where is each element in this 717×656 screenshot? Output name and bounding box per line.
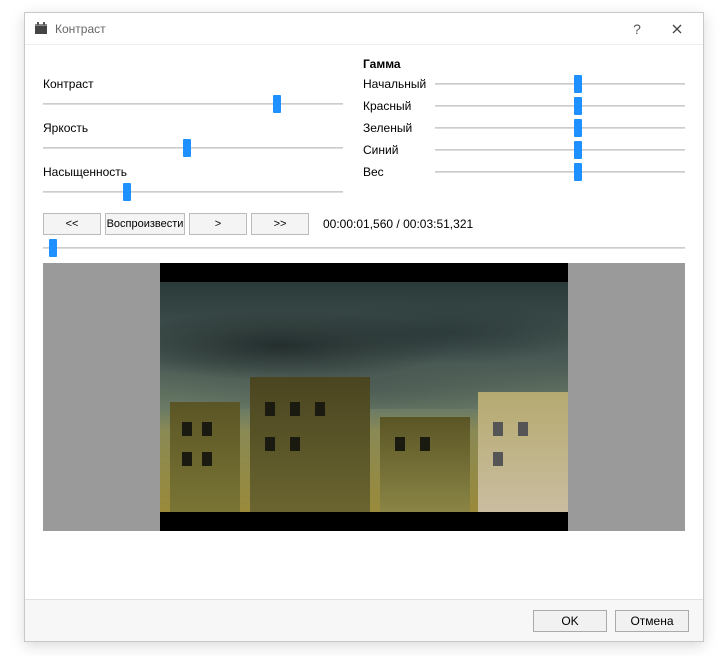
gamma-blue-slider[interactable] [435,141,685,159]
contrast-slider[interactable] [43,95,343,113]
video-preview [43,263,685,531]
gamma-green-label: Зеленый [363,121,435,135]
gamma-blue-label: Синий [363,143,435,157]
contrast-block: Контраст [43,77,343,113]
play-button[interactable]: Воспроизвести [105,213,185,235]
rewind-button[interactable]: << [43,213,101,235]
seek-area [43,239,685,257]
step-button[interactable]: > [189,213,247,235]
contrast-handle[interactable] [273,95,281,113]
timecode: 00:00:01,560 / 00:03:51,321 [323,217,473,231]
gamma-green-row: Зеленый [363,119,685,137]
saturation-label: Насыщенность [43,165,343,179]
contrast-dialog: Контраст ? Контраст Яркость [24,12,704,642]
saturation-slider[interactable] [43,183,343,201]
saturation-handle[interactable] [123,183,131,201]
gamma-group: Гамма Начальный Красный Зеленый Синий [363,57,685,207]
brightness-block: Яркость [43,121,343,157]
app-icon [33,21,49,37]
time-total: 00:03:51,321 [403,217,473,231]
brightness-slider[interactable] [43,139,343,157]
sliders-area: Контраст Яркость Насыщенность [43,57,685,207]
gamma-red-label: Красный [363,99,435,113]
gamma-blue-row: Синий [363,141,685,159]
video-frame [160,263,568,531]
cancel-button[interactable]: Отмена [615,610,689,632]
gamma-red-row: Красный [363,97,685,115]
brightness-label: Яркость [43,121,343,135]
seek-handle[interactable] [49,239,57,257]
titlebar: Контраст ? [25,13,703,45]
gamma-initial-slider[interactable] [435,75,685,93]
gamma-initial-label: Начальный [363,77,435,91]
ok-button[interactable]: OK [533,610,607,632]
help-button[interactable]: ? [617,15,657,43]
saturation-block: Насыщенность [43,165,343,201]
seek-slider[interactable] [43,239,685,257]
left-sliders: Контраст Яркость Насыщенность [43,57,343,207]
gamma-weight-row: Вес [363,163,685,181]
brightness-handle[interactable] [183,139,191,157]
content-area: Контраст Яркость Насыщенность [25,45,703,599]
gamma-red-slider[interactable] [435,97,685,115]
gamma-title: Гамма [363,57,685,71]
window-title: Контраст [55,22,106,36]
gamma-green-slider[interactable] [435,119,685,137]
playback-controls: << Воспроизвести > >> 00:00:01,560 / 00:… [43,213,685,235]
time-current: 00:00:01,560 [323,217,393,231]
gamma-weight-label: Вес [363,165,435,179]
fast-forward-button[interactable]: >> [251,213,309,235]
contrast-label: Контраст [43,77,343,91]
dialog-footer: OK Отмена [25,599,703,641]
gamma-initial-row: Начальный [363,75,685,93]
close-button[interactable] [657,15,697,43]
gamma-weight-slider[interactable] [435,163,685,181]
